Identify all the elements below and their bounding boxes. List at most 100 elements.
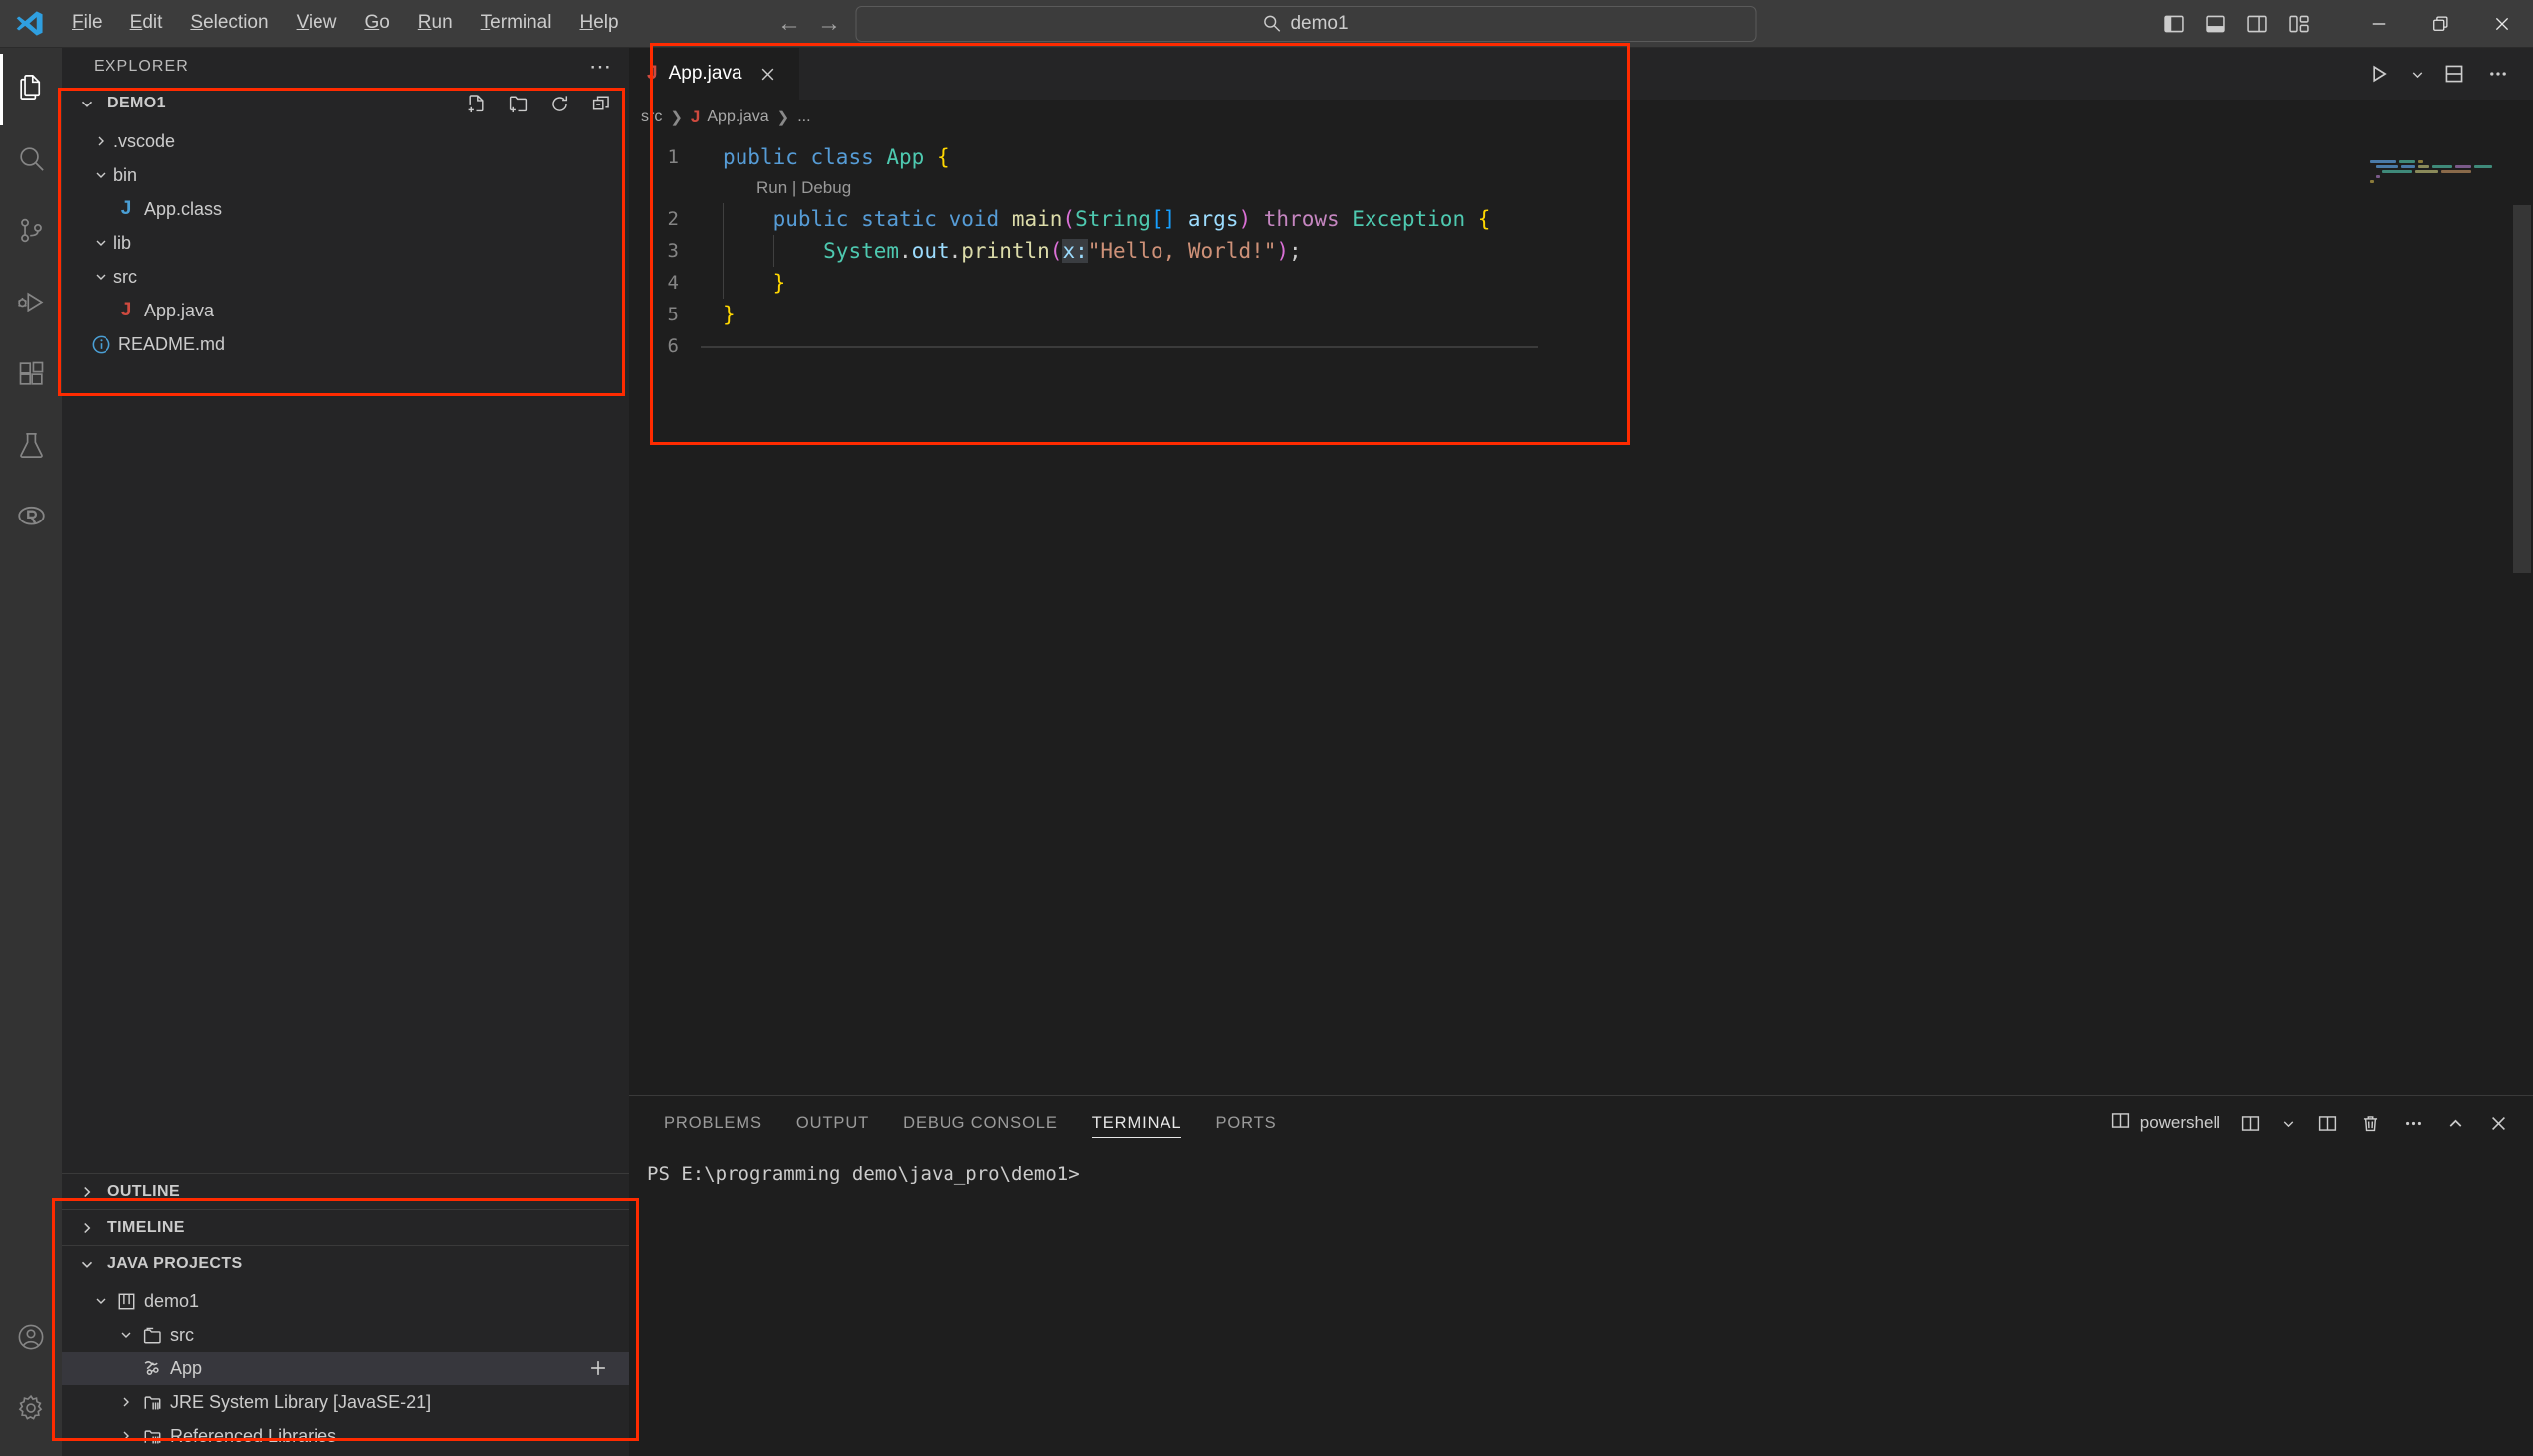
close-panel-button[interactable] — [2479, 1104, 2517, 1142]
maximize-panel-button[interactable] — [2436, 1104, 2474, 1142]
editor-vertical-scrollbar[interactable] — [2511, 135, 2533, 1095]
customize-layout-button[interactable] — [2278, 3, 2320, 45]
tab-problems[interactable]: PROBLEMS — [647, 1096, 779, 1149]
activitybar-item-run-and-debug[interactable] — [0, 269, 62, 340]
activitybar-item-extensions[interactable] — [0, 340, 62, 412]
arrow-right-icon[interactable]: → — [817, 11, 841, 36]
menu-bar: FFileile Edit Selection View Go Run Term… — [58, 7, 633, 40]
java-class-symbol-icon — [139, 1357, 165, 1379]
code-line-5: 5 } — [629, 299, 2533, 330]
tree-item-label: App.java — [144, 300, 215, 320]
java-projects-label: JAVA PROJECTS — [107, 1254, 243, 1272]
code-editor[interactable]: 1 public class App { Run | Debug 2 publi… — [629, 135, 2533, 1095]
close-button[interactable] — [2471, 0, 2533, 48]
menu-run[interactable]: Run — [404, 7, 467, 40]
scrollbar-thumb[interactable] — [2513, 205, 2531, 573]
line-number: 1 — [667, 146, 679, 168]
new-terminal-button[interactable] — [2231, 1104, 2269, 1142]
run-code-button[interactable] — [2360, 55, 2398, 93]
refresh-icon[interactable] — [545, 90, 573, 117]
tree-item-label: README.md — [118, 333, 226, 354]
java-tree-item-app[interactable]: App — [62, 1352, 629, 1385]
java-tree-item-label: demo1 — [144, 1290, 200, 1311]
activitybar-item-explorer[interactable] — [0, 54, 62, 125]
activitybar-item-accounts[interactable] — [0, 1303, 62, 1374]
menu-selection[interactable]: Selection — [176, 7, 282, 40]
tree-item-vscode[interactable]: .vscode — [62, 124, 629, 158]
editor-tab-app-java[interactable]: J App.java — [629, 48, 800, 100]
terminal-output[interactable]: PS E:\programming demo\java_pro\demo1> — [629, 1149, 2533, 1456]
menu-file[interactable]: FFileile — [58, 7, 116, 40]
new-folder-icon[interactable] — [504, 90, 531, 117]
tree-item-lib[interactable]: lib — [62, 226, 629, 260]
close-icon[interactable] — [753, 59, 783, 89]
activitybar-item-testing[interactable] — [0, 412, 62, 484]
files-icon — [16, 72, 47, 107]
run-options-dropdown[interactable] — [2404, 55, 2429, 93]
menu-edit[interactable]: Edit — [116, 7, 177, 40]
tree-item-src[interactable]: src — [62, 260, 629, 294]
chevron-right-icon — [88, 133, 113, 149]
tab-output[interactable]: OUTPUT — [779, 1096, 886, 1149]
plus-icon[interactable] — [587, 1357, 619, 1379]
sidebar-section-outline[interactable]: OUTLINE — [62, 1173, 629, 1209]
breadcrumb-item-app-java[interactable]: J App.java — [691, 107, 769, 127]
codelens-debug-link[interactable]: Debug — [801, 178, 851, 197]
activitybar-item-r-extension[interactable] — [0, 484, 62, 555]
terminal-shell-selector[interactable]: powershell — [2104, 1104, 2226, 1142]
tree-item-readme[interactable]: README.md — [62, 327, 629, 361]
java-tree-item-src[interactable]: src — [62, 1318, 629, 1352]
tree-item-label: .vscode — [113, 130, 176, 151]
java-file-icon: J — [647, 63, 658, 84]
ellipsis-icon[interactable]: ⋯ — [589, 56, 613, 78]
tree-item-app-java[interactable]: J App.java — [62, 294, 629, 327]
java-tree-item-demo1[interactable]: demo1 — [62, 1284, 629, 1318]
java-project-icon — [113, 1291, 139, 1312]
collapse-all-icon[interactable] — [587, 90, 615, 117]
menu-go[interactable]: Go — [350, 7, 403, 40]
command-center-search[interactable]: demo1 — [855, 5, 1756, 42]
new-terminal-dropdown[interactable] — [2274, 1104, 2303, 1142]
new-file-icon[interactable] — [462, 90, 490, 117]
breadcrumb-item-symbol[interactable]: ... — [797, 108, 810, 126]
split-terminal-button[interactable] — [2308, 1104, 2346, 1142]
activitybar-item-search[interactable] — [0, 125, 62, 197]
java-tree-item-referenced-libraries[interactable]: Referenced Libraries — [62, 1419, 629, 1453]
activitybar-item-settings[interactable] — [0, 1374, 62, 1446]
tree-item-bin[interactable]: bin — [62, 158, 629, 192]
breadcrumb: src ❯ J App.java ❯ ... — [629, 100, 2533, 135]
menu-help[interactable]: Help — [565, 7, 632, 40]
tab-debug-console[interactable]: DEBUG CONSOLE — [886, 1096, 1075, 1149]
menu-terminal[interactable]: Terminal — [467, 7, 566, 40]
arrow-left-icon[interactable]: ← — [777, 11, 801, 36]
minimize-button[interactable] — [2348, 0, 2410, 48]
gear-icon — [16, 1393, 46, 1428]
sidebar-section-timeline[interactable]: TIMELINE — [62, 1209, 629, 1245]
kill-terminal-button[interactable] — [2351, 1104, 2389, 1142]
java-tree-item-jre-system-library[interactable]: JRE System Library [JavaSE-21] — [62, 1385, 629, 1419]
tab-ports[interactable]: PORTS — [1198, 1096, 1293, 1149]
vscode-logo-icon — [0, 9, 58, 38]
breadcrumb-item-src[interactable]: src — [641, 108, 662, 126]
java-projects-tree: demo1 src App JRE System Library [JavaSE… — [62, 1281, 629, 1456]
menu-view[interactable]: View — [283, 7, 351, 40]
source-control-icon — [16, 215, 47, 251]
activitybar-item-source-control[interactable] — [0, 197, 62, 269]
tab-terminal[interactable]: TERMINAL — [1075, 1096, 1199, 1149]
tree-item-app-class[interactable]: J App.class — [62, 192, 629, 226]
minimap[interactable] — [2352, 135, 2511, 1095]
terminal-shell-label: powershell — [2139, 1113, 2220, 1132]
toggle-secondary-sidebar-button[interactable] — [2236, 3, 2278, 45]
toggle-primary-sidebar-button[interactable] — [2153, 3, 2195, 45]
explorer-tree: .vscode bin J App.class lib src J App.ja… — [62, 121, 629, 364]
panel-more-actions-button[interactable] — [2394, 1104, 2431, 1142]
editor-group: J App.java src ❯ J App.java ❯ ... 1 publ… — [629, 48, 2533, 1095]
explorer-folder-header[interactable]: DEMO1 — [62, 86, 629, 121]
split-editor-down-button[interactable] — [2435, 55, 2473, 93]
codelens-run-link[interactable]: Run — [756, 178, 787, 197]
more-editor-actions-button[interactable] — [2479, 55, 2517, 93]
library-icon — [139, 1426, 165, 1447]
restore-button[interactable] — [2410, 0, 2471, 48]
sidebar-section-java-projects[interactable]: JAVA PROJECTS — [62, 1245, 629, 1281]
toggle-panel-button[interactable] — [2195, 3, 2236, 45]
